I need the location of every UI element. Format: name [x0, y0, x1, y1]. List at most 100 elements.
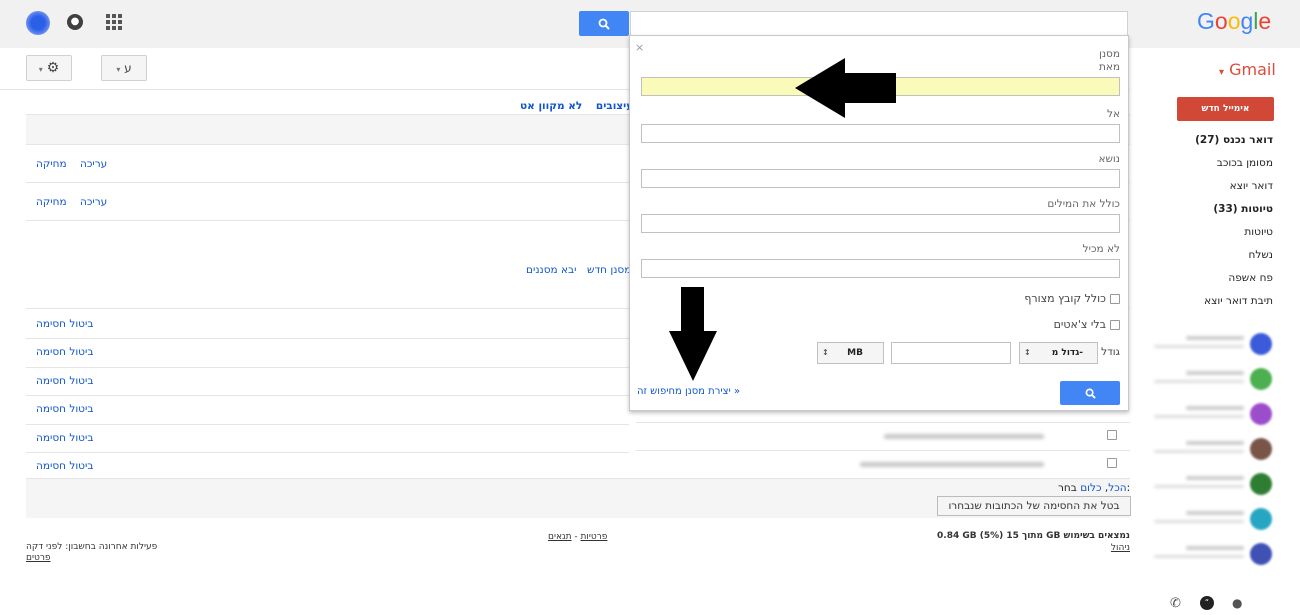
sidebar-item[interactable]: דואר יוצא	[1230, 180, 1273, 192]
size-unit-value: MB	[847, 348, 863, 358]
chat-contact[interactable]	[1140, 505, 1280, 537]
blocked-address-text	[860, 462, 1044, 467]
row-divider	[26, 338, 629, 340]
delete-filter-link[interactable]: מחיקה	[36, 196, 67, 208]
gmail-menu[interactable]: ▾ Gmail	[1219, 60, 1276, 79]
to-field[interactable]	[641, 124, 1120, 143]
contact-status	[1154, 415, 1244, 418]
sidebar-item[interactable]: פח אשפה	[1228, 272, 1273, 284]
activity-details-link[interactable]: פרטים	[26, 553, 51, 563]
unblock-link[interactable]: ביטול חסימה	[36, 375, 93, 387]
size-value-field[interactable]	[891, 342, 1011, 364]
unblock-link[interactable]: ביטול חסימה	[36, 432, 93, 444]
tab-offline[interactable]: לא מקוון	[538, 100, 582, 112]
settings-gear-button[interactable]: ▾ ⚙	[26, 55, 72, 81]
contact-status	[1154, 380, 1244, 383]
sidebar-item[interactable]: נשלח	[1249, 249, 1273, 261]
caret-icon: ▾	[38, 65, 43, 74]
has-attachment-checkbox[interactable]	[1110, 293, 1120, 304]
chat-contact[interactable]	[1140, 365, 1280, 397]
privacy-link[interactable]: פרטיות	[581, 532, 608, 542]
contact-name	[1186, 406, 1244, 410]
tab-truncated[interactable]: אט	[520, 100, 535, 112]
row-checkbox[interactable]	[1107, 430, 1117, 440]
contact-name	[1186, 441, 1244, 445]
contact-avatar	[1250, 473, 1272, 495]
select-none-link[interactable]: כלום	[1080, 482, 1101, 494]
sidebar-item[interactable]: דואר נכנס (27)	[1195, 134, 1273, 146]
row-divider	[26, 395, 629, 397]
delete-filter-link[interactable]: מחיקה	[36, 158, 67, 170]
filter-search-button[interactable]	[1060, 381, 1120, 405]
select-all-link[interactable]: הכל	[1108, 482, 1126, 494]
edit-filter-link[interactable]: עריכה	[80, 158, 107, 170]
unblock-link[interactable]: ביטול חסימה	[36, 460, 93, 472]
unblock-selected-button[interactable]: בטל את החסימה של הכתובות שנבחרו	[937, 496, 1131, 516]
contact-avatar	[1250, 508, 1272, 530]
row-checkbox[interactable]	[1107, 458, 1117, 468]
create-filter-link[interactable]: יצירת מסנן מחיפוש זה »	[637, 386, 740, 397]
search-button[interactable]	[579, 11, 629, 36]
row-divider	[26, 366, 629, 368]
phone-icon[interactable]: ✆	[1170, 596, 1181, 611]
has-attachment-row: כולל קובץ מצורף	[1024, 292, 1120, 305]
import-filters-link[interactable]: יבא מסננים	[526, 264, 576, 276]
size-unit-select[interactable]: ↕ MB	[817, 342, 884, 364]
size-operator-value: גדול מ-	[1051, 348, 1083, 358]
chat-contact[interactable]	[1140, 540, 1280, 572]
to-label: אל	[1107, 108, 1120, 120]
unblock-link[interactable]: ביטול חסימה	[36, 346, 93, 358]
annotation-arrow-down	[681, 287, 704, 333]
notifications-bell-icon[interactable]: ●	[67, 14, 83, 30]
contact-status	[1154, 520, 1244, 523]
sidebar-item[interactable]: מסומן בכוכב	[1217, 157, 1273, 169]
contact-status	[1154, 450, 1244, 453]
account-avatar[interactable]	[26, 11, 50, 35]
not-has-field[interactable]	[641, 259, 1120, 278]
row-divider	[636, 450, 1130, 451]
sidebar-item[interactable]: טיוטות (33)	[1213, 203, 1273, 215]
chat-contact[interactable]	[1140, 330, 1280, 362]
tab-themes[interactable]: עיצובים	[596, 100, 633, 112]
new-filter-link[interactable]: מסנן חדש	[587, 264, 631, 276]
contact-name	[1186, 511, 1244, 515]
contact-name	[1186, 476, 1244, 480]
unblock-link[interactable]: ביטול חסימה	[36, 403, 93, 415]
person-icon[interactable]: ●	[1232, 596, 1242, 610]
storage-usage: 0.84 GB (5%) מתוך 15 GB נמצאים בשימוש	[937, 531, 1130, 541]
search-icon	[598, 18, 610, 30]
row-divider	[26, 423, 629, 425]
close-icon[interactable]: ×	[635, 41, 644, 54]
apps-grid-icon[interactable]	[106, 14, 122, 30]
size-operator-select[interactable]: ↕ גדול מ-	[1019, 342, 1098, 364]
search-icon	[1085, 388, 1096, 399]
no-chats-checkbox[interactable]	[1110, 319, 1120, 330]
contact-status	[1154, 345, 1244, 348]
chat-contact[interactable]	[1140, 470, 1280, 502]
contact-status	[1154, 555, 1244, 558]
chat-contact[interactable]	[1140, 400, 1280, 432]
from-label: מאת	[1098, 61, 1120, 73]
contact-avatar	[1250, 333, 1272, 355]
sidebar-item[interactable]: טיוטות	[1244, 226, 1273, 238]
input-language-label: ע	[124, 61, 132, 75]
terms-link[interactable]: תנאים	[548, 532, 572, 542]
input-tools-button[interactable]: ▾ ע	[101, 55, 147, 81]
has-attachment-label: כולל קובץ מצורף	[1024, 292, 1106, 305]
edit-filter-link[interactable]: עריכה	[80, 196, 107, 208]
has-words-field[interactable]	[641, 214, 1120, 233]
annotation-arrow-down-head	[669, 331, 717, 381]
footer-links: פרטיות - תנאים	[548, 532, 607, 542]
settings-tabs: עיצובים לא מקוון אט	[520, 100, 643, 112]
subject-field[interactable]	[641, 169, 1120, 188]
chat-contact[interactable]	[1140, 435, 1280, 467]
no-chats-row: בלי צ'אטים	[1054, 318, 1120, 331]
manage-storage-link[interactable]: ניהול	[1111, 543, 1130, 553]
row-divider	[636, 422, 1130, 423]
size-label: גודל	[1101, 346, 1120, 358]
unblock-link[interactable]: ביטול חסימה	[36, 318, 93, 330]
compose-button[interactable]: אימייל חדש	[1177, 97, 1274, 121]
search-input[interactable]	[630, 11, 1128, 36]
hangouts-icon[interactable]: “	[1200, 596, 1214, 610]
sidebar-item[interactable]: תיבת דואר יוצא	[1204, 295, 1273, 307]
